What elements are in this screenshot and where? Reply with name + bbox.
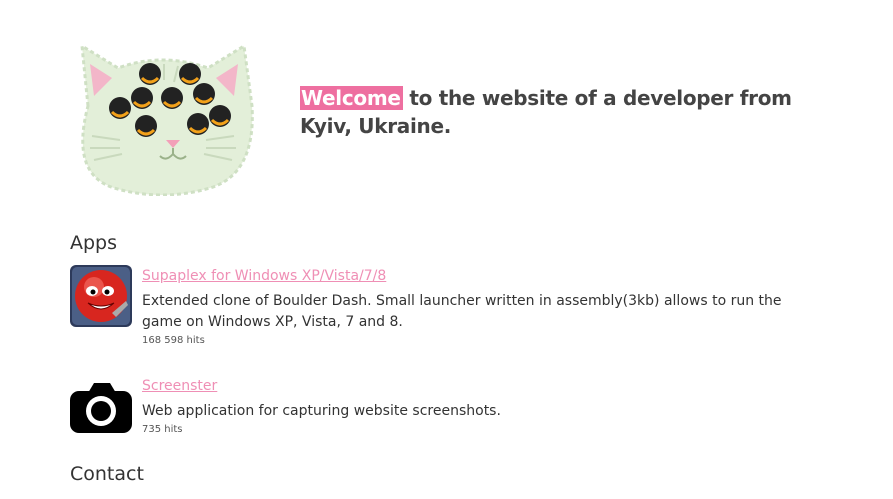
welcome-tagline: Welcome to the website of a developer fr… bbox=[300, 84, 800, 140]
app-description: Web application for capturing website sc… bbox=[142, 403, 501, 419]
seven-eyed-cat-logo-icon bbox=[70, 36, 256, 197]
tagline-highlight: Welcome bbox=[300, 86, 403, 110]
contact-heading: Contact bbox=[70, 463, 144, 485]
app-hits-count: 735 hits bbox=[142, 424, 183, 435]
app-hits-count: 168 598 hits bbox=[142, 335, 205, 346]
app-description: Extended clone of Boulder Dash. Small la… bbox=[142, 293, 782, 330]
apps-heading: Apps bbox=[70, 232, 118, 254]
camera-icon[interactable] bbox=[70, 375, 132, 437]
screenster-link[interactable]: Screenster bbox=[142, 377, 217, 395]
supaplex-link[interactable]: Supaplex for Windows XP/Vista/7/8 bbox=[142, 267, 386, 285]
site-header: Welcome to the website of a developer fr… bbox=[70, 36, 850, 197]
supaplex-murphy-icon[interactable] bbox=[70, 265, 132, 327]
